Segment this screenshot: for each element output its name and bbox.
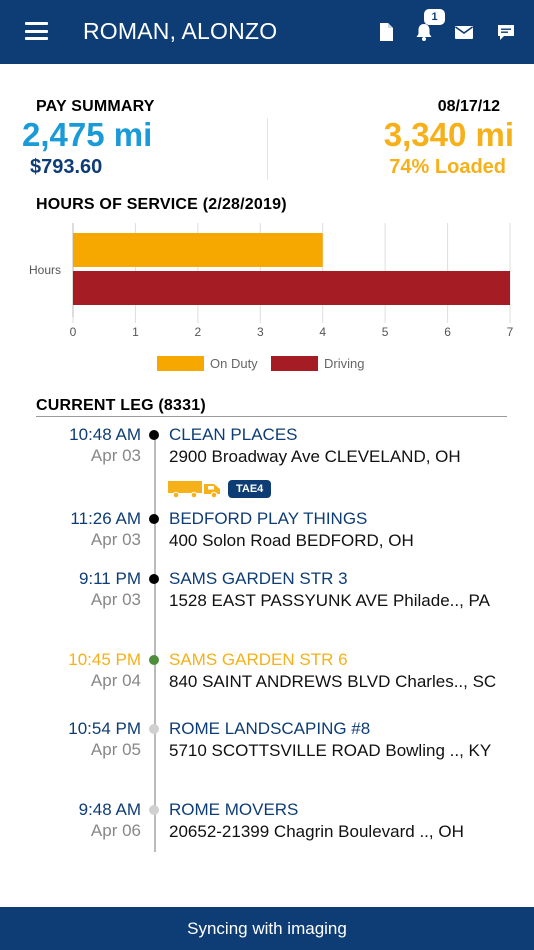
stop-address: 20652-21399 Chagrin Boulevard .., OH	[169, 822, 464, 841]
app-header: ROMAN, ALONZO 1	[0, 0, 534, 64]
x-tick-label: 5	[382, 325, 389, 339]
stop-address: 1528 EAST PASSYUNK AVE Philade.., PA	[169, 591, 490, 610]
stop-date: Apr 06	[90, 821, 141, 840]
timeline-line	[154, 432, 156, 852]
x-tick-label: 2	[195, 325, 202, 339]
x-tick-label: 3	[257, 325, 264, 339]
x-tick-label: 0	[70, 325, 77, 339]
pay-summary-label: PAY SUMMARY	[36, 98, 155, 115]
truck-icon	[168, 481, 220, 499]
truck-assignment: TAE4	[168, 480, 272, 499]
hours-of-service-chart: 0 1 2 3 4 5 6 7 Hours On Duty Driving	[29, 223, 514, 371]
stop-time: 10:54 PM	[68, 719, 141, 738]
pay-amount-value: $793.60	[30, 156, 103, 178]
legend-swatch	[157, 356, 204, 371]
page-title: ROMAN, ALONZO	[83, 18, 278, 44]
legend-label: Driving	[324, 356, 364, 371]
stop-date: Apr 03	[90, 446, 141, 465]
stop-date: Apr 03	[90, 590, 141, 609]
x-tick-label: 6	[444, 325, 451, 339]
miles-paid-value: 2,475 mi	[22, 116, 153, 153]
stop-status-dot	[149, 655, 159, 665]
current-leg-divider	[36, 416, 507, 417]
miles-total-value: 3,340 mi	[383, 116, 514, 153]
bar-driving	[73, 271, 510, 305]
stop-address: 840 SAINT ANDREWS BLVD Charles.., SC	[169, 672, 497, 691]
pay-summary-date: 08/17/12	[437, 98, 500, 115]
x-tick-label: 4	[319, 325, 326, 339]
stop-name[interactable]: ROME LANDSCAPING #8	[169, 719, 370, 739]
legend-swatch	[271, 356, 318, 371]
stop-date: Apr 05	[90, 740, 141, 759]
current-leg-title: CURRENT LEG (8331)	[36, 397, 206, 414]
stop-address: 2900 Broadway Ave CLEVELAND, OH	[169, 447, 461, 466]
loaded-percent: 74% Loaded	[389, 156, 506, 178]
notification-badge: 1	[424, 9, 445, 25]
stop-status-dot	[149, 805, 159, 815]
summary-divider	[267, 118, 268, 180]
stop-name[interactable]: ROME MOVERS	[169, 800, 298, 820]
stop-time: 10:48 AM	[69, 425, 141, 444]
sync-status-bar: Syncing with imaging	[0, 907, 534, 950]
stop-time: 9:11 PM	[78, 569, 141, 588]
stop-date: Apr 04	[90, 671, 141, 690]
stop-name[interactable]: CLEAN PLACES	[169, 425, 298, 445]
chat-icon[interactable]	[496, 22, 516, 42]
bar-on-duty	[73, 233, 323, 267]
stop-address: 400 Solon Road BEDFORD, OH	[169, 531, 414, 550]
stop-time: 9:48 AM	[78, 800, 141, 819]
stop-status-dot	[149, 724, 159, 734]
stop-name[interactable]: SAMS GARDEN STR 6	[169, 650, 348, 670]
stop-status-dot	[149, 574, 159, 584]
stop-status-dot	[149, 430, 159, 440]
bell-icon[interactable]	[414, 22, 434, 42]
stop-address: 5710 SCOTTSVILLE ROAD Bowling .., KY	[169, 741, 492, 760]
stop-time: 10:45 PM	[68, 650, 141, 669]
stop-name[interactable]: BEDFORD PLAY THINGS	[169, 509, 367, 529]
stop-time: 11:26 AM	[70, 509, 141, 528]
truck-tag: TAE4	[228, 480, 272, 498]
mail-icon[interactable]	[454, 22, 474, 42]
stop-date: Apr 03	[90, 530, 141, 549]
x-tick-label: 1	[132, 325, 139, 339]
x-tick-label: 7	[507, 325, 514, 339]
stop-status-dot	[149, 514, 159, 524]
menu-icon[interactable]	[25, 22, 48, 40]
legend-label: On Duty	[210, 356, 258, 371]
hours-of-service-title: HOURS OF SERVICE (2/28/2019)	[36, 196, 287, 213]
stop-name[interactable]: SAMS GARDEN STR 3	[169, 569, 348, 589]
y-category-label: Hours	[29, 263, 61, 277]
document-icon[interactable]	[376, 22, 396, 42]
